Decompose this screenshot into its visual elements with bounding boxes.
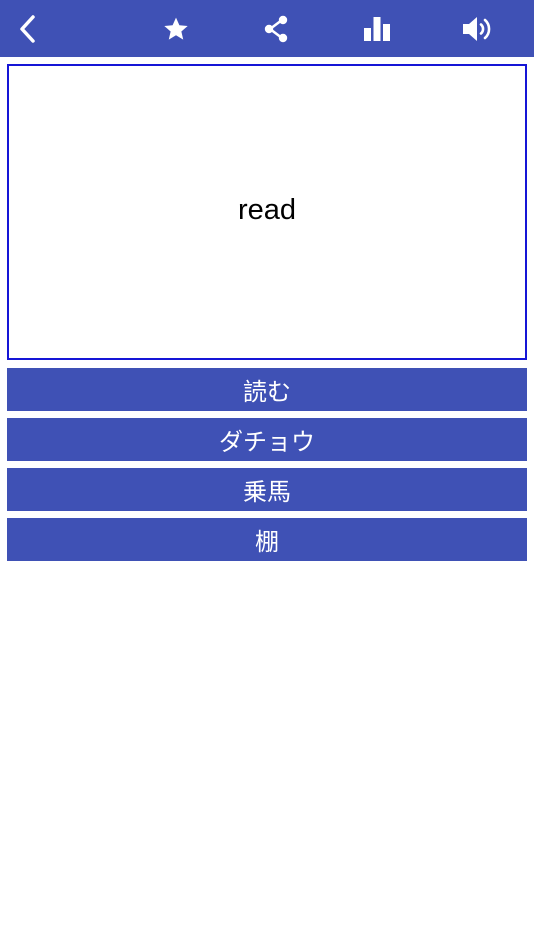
sound-button[interactable]	[449, 0, 505, 57]
share-icon	[264, 15, 288, 42]
answer-option-2[interactable]: ダチョウ	[7, 418, 527, 461]
statistics-button[interactable]	[349, 0, 405, 57]
answer-option-3[interactable]: 乗馬	[7, 468, 527, 511]
share-button[interactable]	[248, 0, 304, 57]
bar-chart-icon	[364, 16, 390, 41]
answer-option-4[interactable]: 棚	[7, 518, 527, 561]
flashcard-word: read	[237, 193, 297, 226]
top-toolbar	[0, 0, 534, 57]
answer-option-1[interactable]: 読む	[7, 368, 527, 411]
speaker-icon	[463, 16, 491, 41]
back-icon	[20, 14, 35, 43]
answer-options: 読む ダチョウ 乗馬 棚	[7, 368, 527, 568]
flashcard[interactable]: read	[7, 64, 527, 360]
star-icon	[164, 17, 188, 40]
favorite-button[interactable]	[148, 0, 204, 57]
back-button[interactable]	[0, 0, 56, 57]
